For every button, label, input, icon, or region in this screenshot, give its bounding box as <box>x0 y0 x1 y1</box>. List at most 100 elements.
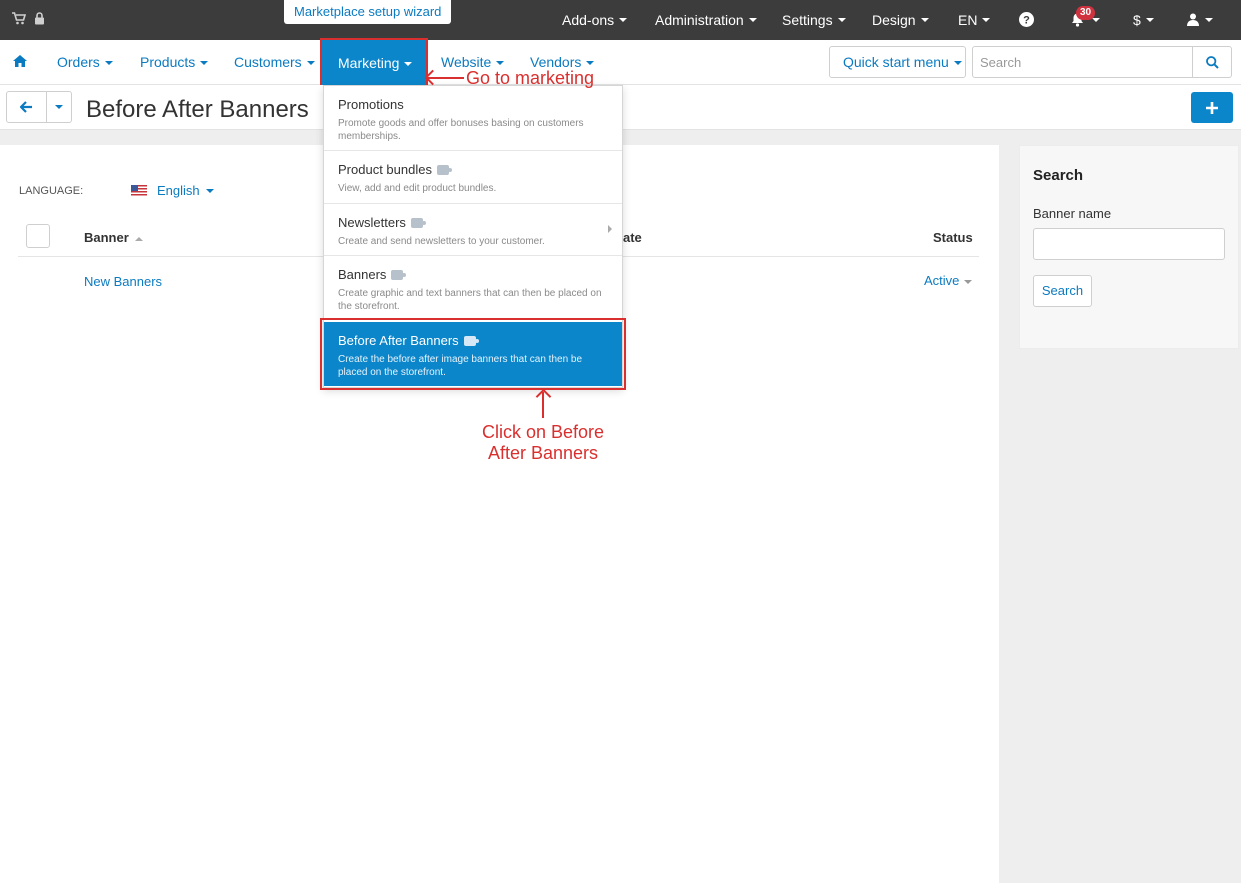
add-banner-button[interactable] <box>1191 92 1233 123</box>
topnav-addons-label: Add-ons <box>562 12 615 28</box>
menu-item-title: Before After Banners <box>338 333 459 348</box>
marketing-dropdown-menu: Promotions Promote goods and offer bonus… <box>320 85 626 390</box>
svg-text:?: ? <box>1023 15 1030 27</box>
column-banner-label: Banner <box>84 230 129 245</box>
sort-asc-icon <box>135 236 144 241</box>
menu-item-title: Banners <box>338 267 387 282</box>
topnav-language[interactable]: EN <box>958 12 991 28</box>
menu-item-title: Newsletters <box>338 215 406 230</box>
menu-item-newsletters[interactable]: Newsletters Create and send newsletters … <box>324 204 622 256</box>
sidebar-search-button[interactable]: Search <box>1033 275 1092 307</box>
menu-item-product-bundles[interactable]: Product bundles View, add and edit produ… <box>324 151 622 204</box>
help-icon[interactable]: ? <box>1019 12 1034 27</box>
language-selector[interactable]: English <box>131 183 214 198</box>
menu-item-before-after-banners[interactable]: Before After Banners Create the before a… <box>320 318 626 390</box>
nav-orders[interactable]: Orders <box>57 54 113 70</box>
chevron-down-icon <box>200 61 209 66</box>
nav-customers[interactable]: Customers <box>234 54 315 70</box>
addon-puzzle-icon <box>410 217 426 228</box>
marketplace-setup-wizard-link[interactable]: Marketplace setup wizard <box>284 0 452 24</box>
status-dropdown[interactable]: Active <box>924 273 973 288</box>
back-history-dropdown[interactable] <box>47 92 71 122</box>
column-header-banner[interactable]: Banner <box>84 230 144 245</box>
addon-puzzle-icon <box>436 164 452 175</box>
banner-name-label: Banner name <box>1033 206 1112 221</box>
menu-item-desc: Create and send newsletters to your cust… <box>338 236 545 247</box>
sidebar-title: Search <box>1033 167 1084 184</box>
menu-item-title: Product bundles <box>338 162 432 177</box>
us-flag-icon <box>131 185 147 196</box>
menu-item-title: Promotions <box>338 97 404 112</box>
nav-marketing[interactable]: Marketing <box>320 38 428 87</box>
top-bar: Marketplace setup wizard Add-ons Adminis… <box>0 0 1241 40</box>
menu-item-promotions[interactable]: Promotions Promote goods and offer bonus… <box>324 86 622 151</box>
annotation-click-instruction: Click on Before After Banners <box>470 422 616 464</box>
annotation-line-2: After Banners <box>487 443 599 463</box>
search-input[interactable] <box>973 47 1193 77</box>
currency-label: $ <box>1133 12 1141 28</box>
nav-products[interactable]: Products <box>140 54 209 70</box>
menu-item-desc: Create graphic and text banners that can… <box>338 288 602 312</box>
home-icon[interactable] <box>13 55 27 67</box>
back-button[interactable] <box>7 92 47 122</box>
annotation-arrow-left <box>428 77 464 79</box>
chevron-down-icon <box>619 18 628 22</box>
column-header-date[interactable]: ate <box>623 230 642 245</box>
quick-start-menu-button[interactable]: Quick start menu <box>829 46 966 78</box>
arrow-left-icon <box>20 101 33 113</box>
topnav-settings-label: Settings <box>782 12 833 28</box>
menu-item-desc: Create the before after image banners th… <box>338 354 583 378</box>
page-title: Before After Banners <box>86 96 309 123</box>
currency-selector[interactable]: $ <box>1133 12 1154 28</box>
topnav-design[interactable]: Design <box>872 12 929 28</box>
search-icon <box>1205 55 1219 69</box>
menu-item-desc: View, add and edit product bundles. <box>338 183 497 194</box>
addon-puzzle-icon <box>391 269 407 280</box>
chevron-down-icon <box>837 18 846 22</box>
chevron-down-icon <box>104 61 113 66</box>
language-value: English <box>157 183 200 198</box>
search-sidebar: Search Banner name Search <box>1019 145 1239 349</box>
column-header-status: Status <box>933 230 973 245</box>
topnav-settings[interactable]: Settings <box>782 12 846 28</box>
topnav-administration[interactable]: Administration <box>655 12 757 28</box>
topnav-language-label: EN <box>958 12 978 28</box>
topnav-design-label: Design <box>872 12 916 28</box>
main-nav: Orders Products Customers Marketing Webs… <box>0 38 1241 87</box>
chevron-down-icon <box>205 188 214 193</box>
topnav-administration-label: Administration <box>655 12 744 28</box>
quick-start-label: Quick start menu <box>843 54 949 70</box>
menu-item-desc: Promote goods and offer bonuses basing o… <box>338 118 584 142</box>
cart-icon[interactable] <box>12 12 26 25</box>
nav-orders-label: Orders <box>57 54 100 70</box>
banner-link[interactable]: New Banners <box>84 274 162 289</box>
chevron-down-icon <box>496 61 505 66</box>
user-icon <box>1187 13 1199 26</box>
annotation-arrow-up <box>542 392 544 418</box>
chevron-down-icon <box>1145 18 1154 22</box>
banner-name-input[interactable] <box>1033 228 1225 260</box>
language-label: LANGUAGE: <box>19 185 84 197</box>
chevron-down-icon <box>964 279 973 284</box>
global-search <box>972 46 1232 78</box>
chevron-down-icon <box>1092 18 1100 22</box>
chevron-down-icon <box>920 18 929 22</box>
select-all-checkbox[interactable] <box>26 224 50 248</box>
search-button[interactable] <box>1192 47 1231 77</box>
chevron-down-icon <box>982 18 991 22</box>
topnav-addons[interactable]: Add-ons <box>562 12 628 28</box>
lock-icon[interactable] <box>34 12 45 25</box>
chevron-down-icon <box>953 61 962 66</box>
nav-marketing-label: Marketing <box>338 55 400 71</box>
chevron-down-icon <box>404 62 413 67</box>
chevron-down-icon <box>306 61 315 66</box>
plus-icon <box>1206 101 1218 114</box>
chevron-right-icon <box>608 225 612 233</box>
chevron-down-icon <box>748 18 757 22</box>
user-menu[interactable] <box>1187 13 1213 26</box>
annotation-go-to-marketing: Go to marketing <box>466 68 595 88</box>
chevron-down-icon <box>1205 17 1213 22</box>
menu-item-banners[interactable]: Banners Create graphic and text banners … <box>324 256 622 319</box>
nav-customers-label: Customers <box>234 54 302 70</box>
back-button-group <box>6 91 72 123</box>
